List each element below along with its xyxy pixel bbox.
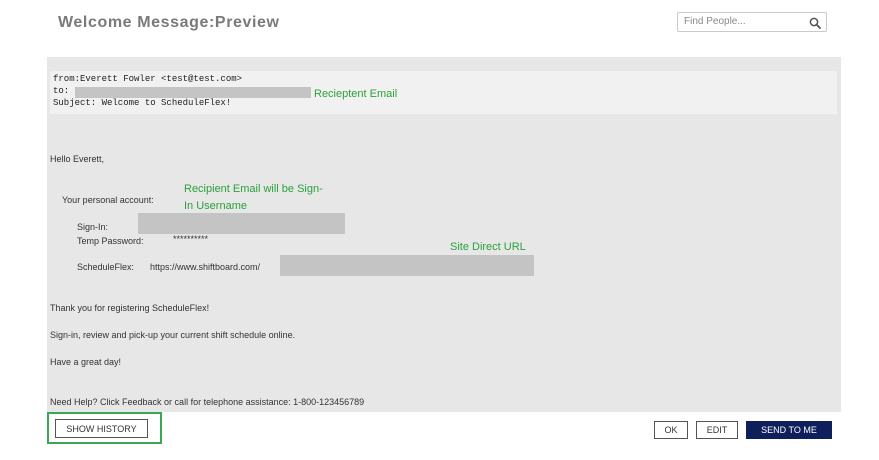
search-icon[interactable] xyxy=(809,16,821,34)
email-subject: Subject: Welcome to ScheduleFlex! xyxy=(53,98,232,108)
signin-username-redacted xyxy=(138,213,345,234)
search-input[interactable] xyxy=(684,16,802,27)
email-help: Need Help? Click Feedback or call for te… xyxy=(50,397,365,407)
site-url-prefix: https://www.shiftboard.com/ xyxy=(150,262,261,272)
recipient-email-redacted xyxy=(75,87,311,98)
email-to-label: to: xyxy=(53,86,70,96)
edit-button[interactable]: EDIT xyxy=(696,421,738,439)
signin-annotation-line2: In Username xyxy=(184,200,247,212)
site-url-annotation: Site Direct URL xyxy=(450,241,526,253)
temp-password-value: ********** xyxy=(173,234,209,244)
email-greeting: Hello Everett, xyxy=(50,154,105,164)
signin-annotation-line1: Recipient Email will be Sign- xyxy=(184,183,323,195)
email-preview-panel: from:Everett Fowler <test@test.com> to: … xyxy=(47,57,841,412)
site-url-redacted xyxy=(280,255,534,276)
account-label: Your personal account: xyxy=(62,195,154,205)
show-history-button[interactable]: SHOW HISTORY xyxy=(55,419,148,438)
email-instructions: Sign-in, review and pick-up your current… xyxy=(50,330,296,340)
email-closing: Have a great day! xyxy=(50,357,122,367)
recipient-email-annotation: Recieptent Email xyxy=(314,88,398,100)
ok-button[interactable]: OK xyxy=(654,421,688,439)
email-thanks: Thank you for registering ScheduleFlex! xyxy=(50,303,210,313)
scheduleflex-label: ScheduleFlex: xyxy=(77,262,135,272)
send-to-me-button[interactable]: SEND TO ME xyxy=(746,421,832,439)
search-box[interactable] xyxy=(677,12,827,32)
email-from: from:Everett Fowler <test@test.com> xyxy=(53,74,243,84)
temp-password-label: Temp Password: xyxy=(77,236,144,246)
signin-label: Sign-In: xyxy=(77,222,109,232)
page-title: Welcome Message:Preview xyxy=(58,14,280,31)
